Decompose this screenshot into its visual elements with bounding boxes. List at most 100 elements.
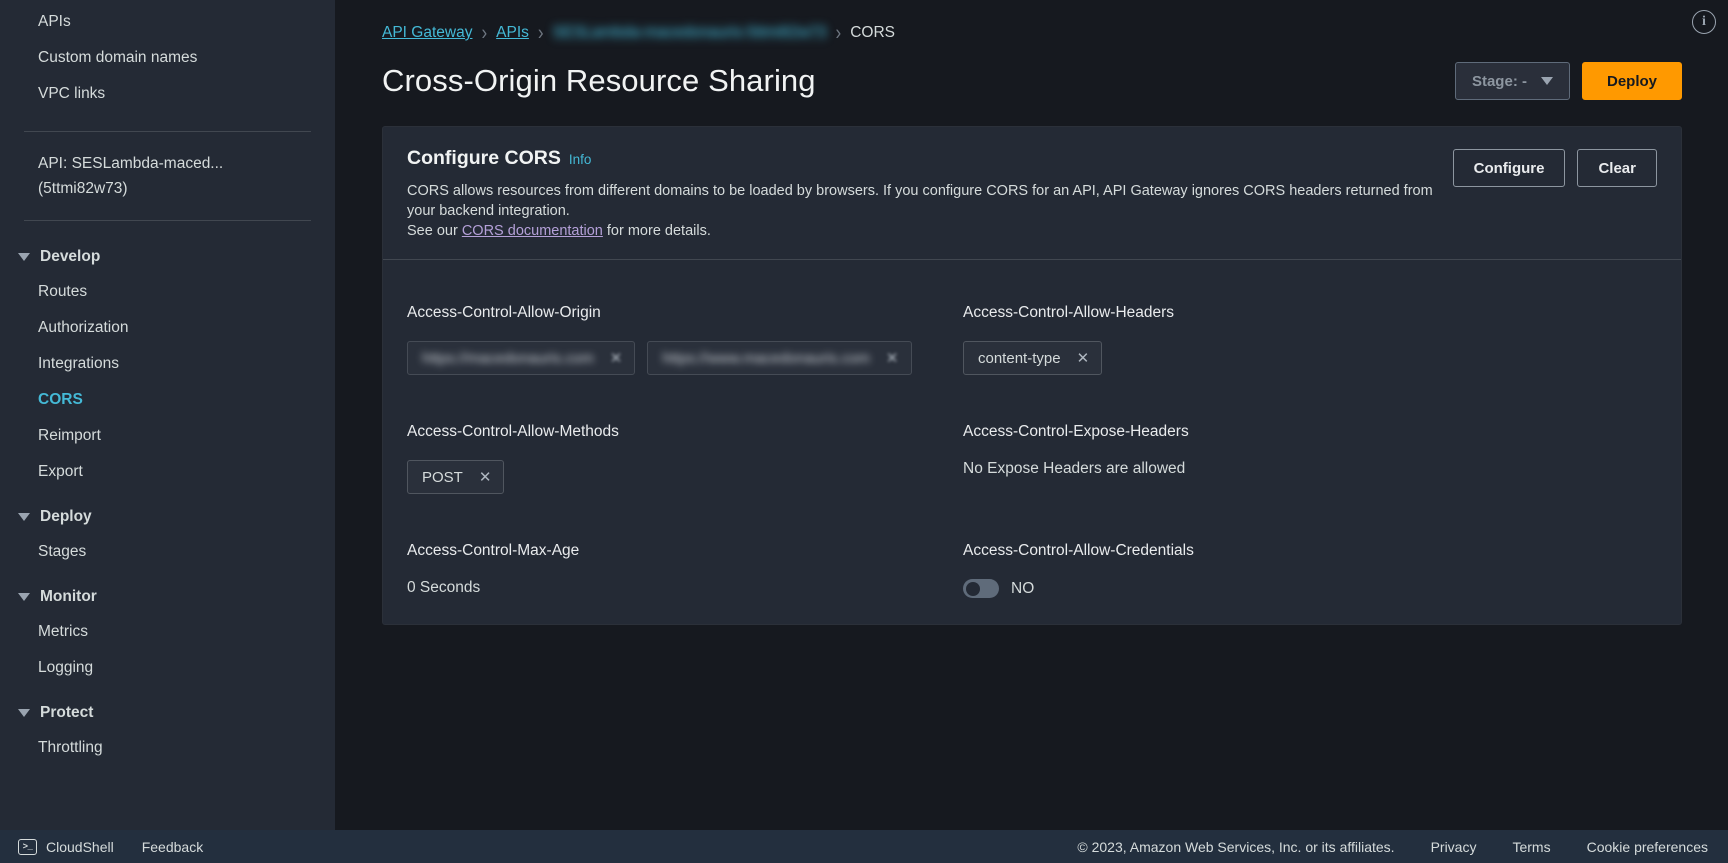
stage-selector[interactable]: Stage: - bbox=[1454, 62, 1570, 100]
feedback-link[interactable]: Feedback bbox=[142, 839, 203, 855]
sidebar-group-label: Deploy bbox=[40, 508, 92, 525]
card-header-text: Configure CORS Info CORS allows resource… bbox=[407, 147, 1453, 241]
sidebar-group-deploy: Deploy Stages bbox=[0, 500, 335, 570]
sidebar-group-develop: Develop Routes Authorization Integration… bbox=[0, 240, 335, 490]
sidebar-item-stages[interactable]: Stages bbox=[0, 534, 335, 570]
deploy-button[interactable]: Deploy bbox=[1581, 62, 1682, 100]
field-access-control-allow-methods: Access-Control-Allow-Methods POST ✕ bbox=[407, 423, 963, 494]
page-header-actions: Stage: - Deploy bbox=[1454, 62, 1682, 100]
sidebar-item-apis[interactable]: APIs bbox=[0, 4, 335, 40]
allow-origin-chip-list: https://macedonauris.com ✕ https://www.m… bbox=[407, 341, 963, 375]
cookie-preferences-link[interactable]: Cookie preferences bbox=[1587, 839, 1708, 855]
cloudshell-button[interactable]: >_ CloudShell bbox=[18, 838, 114, 855]
max-age-value: 0 Seconds bbox=[407, 579, 481, 596]
field-access-control-max-age: Access-Control-Max-Age 0 Seconds bbox=[407, 542, 963, 598]
sidebar-item-cors[interactable]: CORS bbox=[0, 382, 335, 418]
allow-credentials-toggle[interactable] bbox=[963, 579, 999, 598]
footer-right: © 2023, Amazon Web Services, Inc. or its… bbox=[1077, 839, 1728, 855]
clear-button[interactable]: Clear bbox=[1577, 149, 1657, 187]
breadcrumb: API Gateway › APIs › SESLambda-macedonau… bbox=[336, 0, 1728, 45]
sidebar-group-header-develop[interactable]: Develop bbox=[0, 240, 335, 274]
field-label: Access-Control-Allow-Headers bbox=[963, 304, 1175, 321]
card-header-actions: Configure Clear bbox=[1452, 147, 1657, 187]
field-access-control-expose-headers: Access-Control-Expose-Headers No Expose … bbox=[963, 423, 1657, 494]
sidebar-group-label: Monitor bbox=[40, 588, 97, 605]
sidebar-item-integrations[interactable]: Integrations bbox=[0, 346, 335, 382]
api-reference-name: API: SESLambda-maced... bbox=[38, 155, 224, 172]
allow-headers-chip[interactable]: content-type ✕ bbox=[963, 341, 1103, 375]
expose-headers-value: No Expose Headers are allowed bbox=[963, 460, 1186, 477]
allow-credentials-toggle-row: NO bbox=[963, 579, 1657, 598]
allow-origin-chip[interactable]: https://macedonauris.com ✕ bbox=[407, 341, 636, 375]
field-access-control-allow-credentials: Access-Control-Allow-Credentials NO bbox=[963, 542, 1657, 598]
sidebar-item-logging[interactable]: Logging bbox=[0, 650, 335, 686]
info-link[interactable]: Info bbox=[569, 152, 592, 167]
toggle-knob bbox=[966, 581, 980, 596]
configure-cors-card: Configure CORS Info CORS allows resource… bbox=[382, 126, 1682, 625]
sidebar: APIs Custom domain names VPC links API: … bbox=[0, 0, 336, 863]
toggle-state-label: NO bbox=[1011, 579, 1035, 597]
footer-left: >_ CloudShell Feedback bbox=[0, 838, 203, 855]
card-title-row: Configure CORS Info bbox=[407, 147, 1453, 170]
field-access-control-allow-origin: Access-Control-Allow-Origin https://mace… bbox=[407, 304, 963, 375]
sidebar-group-header-monitor[interactable]: Monitor bbox=[0, 580, 335, 614]
sidebar-item-authorization[interactable]: Authorization bbox=[0, 310, 335, 346]
page-header: Cross-Origin Resource Sharing Stage: - D… bbox=[336, 44, 1728, 108]
breadcrumb-separator-icon: › bbox=[835, 20, 842, 45]
sidebar-group-label: Protect bbox=[40, 704, 94, 721]
card-description-suffix: for more details. bbox=[602, 223, 711, 239]
sidebar-item-custom-domain-names[interactable]: Custom domain names bbox=[0, 40, 335, 76]
breadcrumb-item-cors: CORS bbox=[850, 24, 895, 41]
breadcrumb-item-api-gateway[interactable]: API Gateway bbox=[382, 24, 472, 42]
sidebar-item-throttling[interactable]: Throttling bbox=[0, 730, 335, 766]
terms-link[interactable]: Terms bbox=[1512, 839, 1550, 855]
chevron-down-icon bbox=[18, 253, 30, 261]
sidebar-group-monitor: Monitor Metrics Logging bbox=[0, 580, 335, 686]
field-access-control-allow-headers: Access-Control-Allow-Headers content-typ… bbox=[963, 304, 1657, 375]
chevron-down-icon bbox=[18, 513, 30, 521]
chip-value: content-type bbox=[978, 349, 1061, 367]
sidebar-divider-bottom bbox=[24, 220, 311, 221]
chevron-down-icon bbox=[18, 709, 30, 717]
sidebar-divider-top bbox=[24, 131, 311, 132]
configure-button[interactable]: Configure bbox=[1452, 149, 1566, 187]
close-icon[interactable]: ✕ bbox=[610, 351, 623, 366]
copyright-text: © 2023, Amazon Web Services, Inc. or its… bbox=[1077, 838, 1395, 855]
sidebar-group-label: Develop bbox=[40, 248, 101, 265]
card-description-line1: CORS allows resources from different dom… bbox=[407, 183, 1433, 219]
info-circle-icon[interactable]: i bbox=[1692, 10, 1716, 34]
terminal-icon: >_ bbox=[18, 838, 37, 855]
breadcrumb-item-apis[interactable]: APIs bbox=[496, 24, 529, 42]
sidebar-item-export[interactable]: Export bbox=[0, 454, 335, 490]
allow-methods-chip[interactable]: POST ✕ bbox=[407, 460, 505, 494]
field-label: Access-Control-Allow-Credentials bbox=[963, 542, 1194, 559]
close-icon[interactable]: ✕ bbox=[479, 470, 492, 485]
sidebar-group-header-protect[interactable]: Protect bbox=[0, 696, 335, 730]
breadcrumb-item-api-name[interactable]: SESLambda-macedonauris-5ttmi82w73 bbox=[552, 24, 827, 42]
sidebar-item-metrics[interactable]: Metrics bbox=[0, 614, 335, 650]
sidebar-item-reimport[interactable]: Reimport bbox=[0, 418, 335, 454]
sidebar-item-routes[interactable]: Routes bbox=[0, 274, 335, 310]
chip-value: https://www.macedonauris.com bbox=[662, 349, 870, 367]
close-icon[interactable]: ✕ bbox=[1077, 351, 1090, 366]
card-description: CORS allows resources from different dom… bbox=[407, 181, 1453, 241]
chevron-down-icon bbox=[1540, 77, 1553, 85]
chip-value: POST bbox=[422, 468, 463, 486]
field-label: Access-Control-Allow-Origin bbox=[407, 304, 601, 321]
card-header: Configure CORS Info CORS allows resource… bbox=[383, 127, 1681, 260]
cors-documentation-link[interactable]: CORS documentation bbox=[462, 223, 603, 239]
sidebar-group-header-deploy[interactable]: Deploy bbox=[0, 500, 335, 534]
api-reference-id: (5ttmi82w73) bbox=[38, 180, 128, 197]
aws-console-page: APIs Custom domain names VPC links API: … bbox=[0, 0, 1728, 863]
allow-headers-chip-list: content-type ✕ bbox=[963, 341, 1657, 375]
close-icon[interactable]: ✕ bbox=[886, 351, 899, 366]
chip-value: https://macedonauris.com bbox=[422, 349, 594, 367]
breadcrumb-separator-icon: › bbox=[481, 20, 488, 45]
card-description-prefix: See our bbox=[407, 223, 462, 239]
card-title: Configure CORS bbox=[407, 147, 561, 169]
allow-origin-chip[interactable]: https://www.macedonauris.com ✕ bbox=[647, 341, 912, 375]
sidebar-item-vpc-links[interactable]: VPC links bbox=[0, 76, 335, 112]
privacy-link[interactable]: Privacy bbox=[1431, 839, 1477, 855]
card-body: Access-Control-Allow-Origin https://mace… bbox=[383, 260, 1681, 624]
main-content: i API Gateway › APIs › SESLambda-macedon… bbox=[336, 0, 1728, 863]
